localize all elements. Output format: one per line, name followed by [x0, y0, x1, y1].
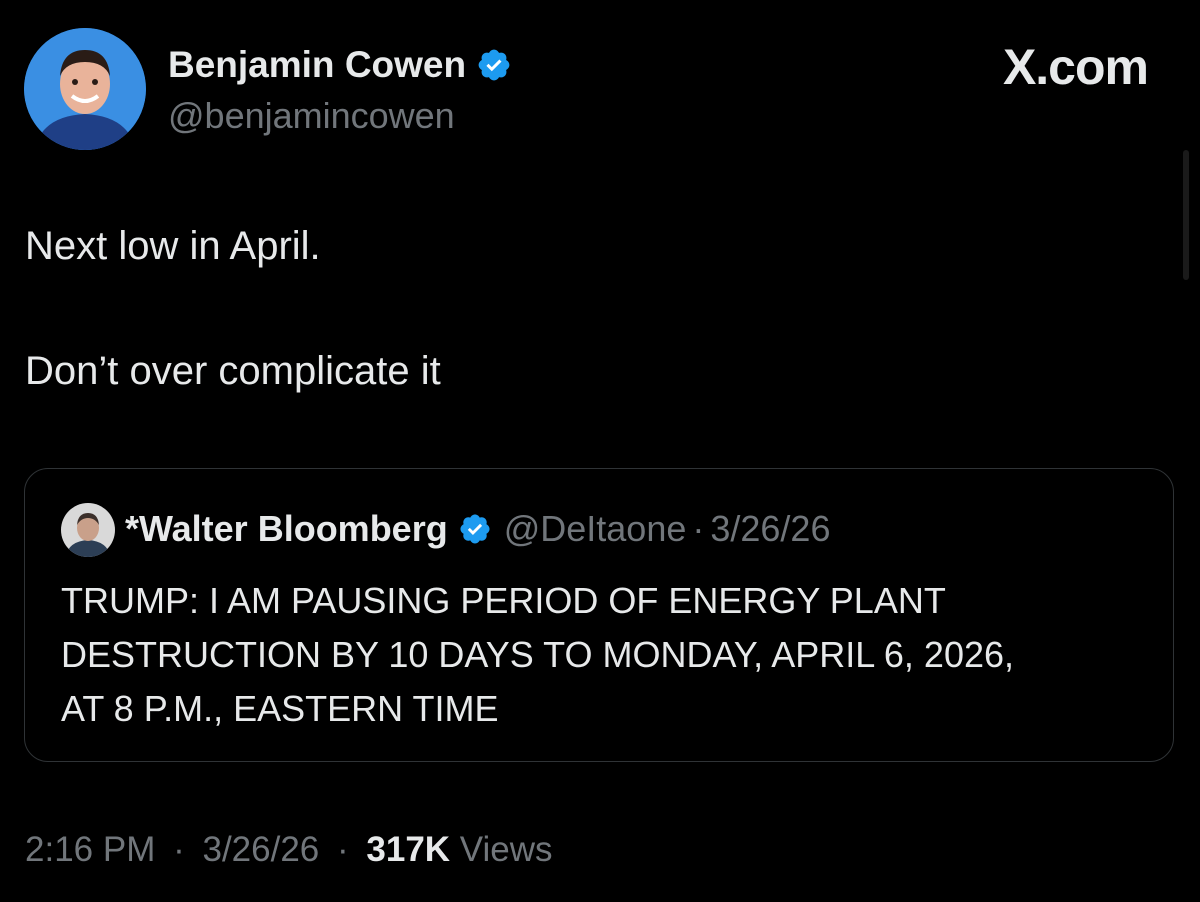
quoted-text-line: AT 8 P.M., EASTERN TIME	[61, 688, 499, 729]
quoted-text-line: DESTRUCTION BY 10 DAYS TO MONDAY, APRIL …	[61, 634, 1015, 675]
views-label: Views	[459, 830, 553, 869]
separator-dot: ·	[337, 830, 349, 869]
tweet-time[interactable]: 2:16 PM	[25, 830, 155, 869]
scrollbar[interactable]	[1183, 150, 1189, 280]
views-count[interactable]: 317K	[366, 830, 450, 869]
quoted-tweet-text: TRUMP: I AM PAUSING PERIOD OF ENERGY PLA…	[61, 574, 1151, 736]
quoted-tweet-card[interactable]: *Walter Bloomberg @DeItaone · 3/26/26 TR…	[24, 468, 1174, 762]
tweet-meta: 2:16 PM · 3/26/26 · 317K Views	[25, 830, 553, 870]
separator-dot: ·	[173, 830, 185, 869]
quoted-author-name[interactable]: *Walter Bloomberg	[125, 508, 448, 550]
verified-badge-icon	[478, 49, 510, 81]
user-avatar-icon	[24, 28, 146, 150]
author-name-row[interactable]: Benjamin Cowen	[168, 44, 512, 86]
tweet-text-line: Don’t over complicate it	[25, 349, 441, 393]
separator-dot: ·	[692, 508, 705, 549]
quoted-author-handle[interactable]: @DeItaone	[504, 508, 687, 550]
tweet-text-line: Next low in April.	[25, 224, 321, 268]
quoted-text-line: TRUMP: I AM PAUSING PERIOD OF ENERGY PLA…	[61, 580, 946, 621]
tweet-date[interactable]: 3/26/26	[202, 830, 319, 869]
verified-badge-icon	[460, 514, 490, 544]
quoted-tweet-header: *Walter Bloomberg @DeItaone · 3/26/26	[125, 508, 830, 550]
quoted-tweet-date[interactable]: 3/26/26	[710, 508, 830, 550]
author-avatar[interactable]	[24, 28, 146, 150]
author-handle[interactable]: @benjamincowen	[168, 95, 455, 137]
quoted-author-avatar[interactable]	[61, 503, 115, 557]
brand-label: X.com	[1002, 39, 1149, 95]
author-display-name[interactable]: Benjamin Cowen	[168, 44, 466, 86]
user-avatar-icon	[61, 503, 115, 557]
